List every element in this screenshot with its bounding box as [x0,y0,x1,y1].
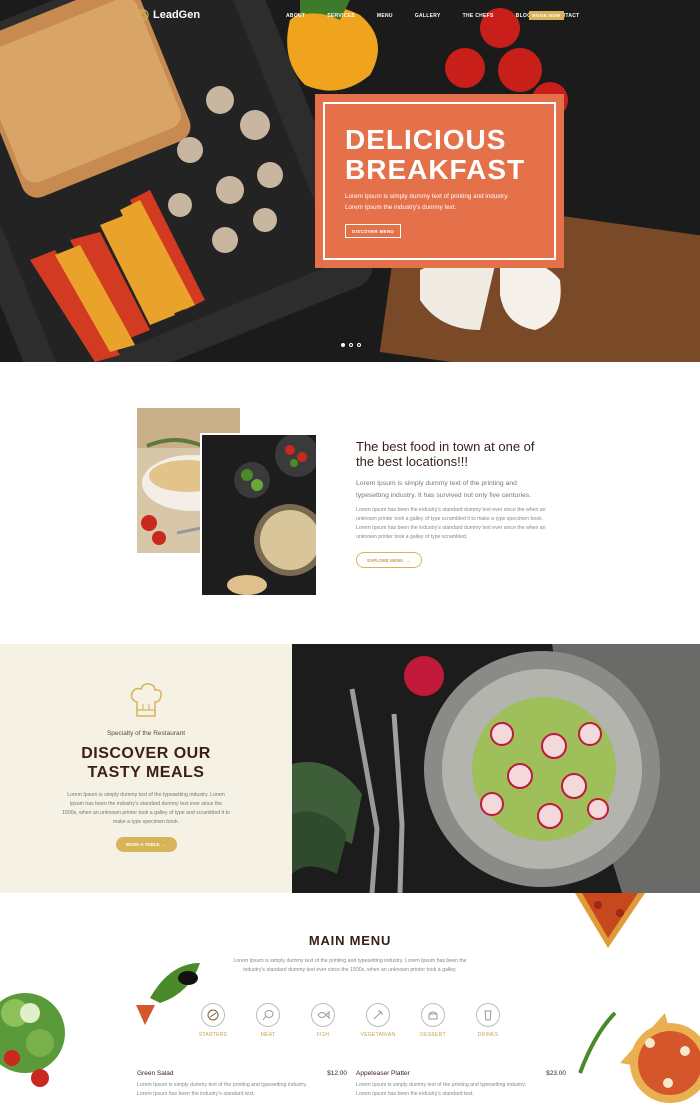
chef-hat-icon [130,683,162,717]
drinks-icon [476,1003,500,1027]
rice-dish-photo [200,433,318,597]
brand-logo[interactable]: LeadGen [137,9,200,21]
specialty-title: DISCOVER OUR TASTY MEALS [0,744,292,782]
about-title: The best food in town at one of the best… [356,439,535,469]
category-dessert[interactable]: DESSERT [416,1003,450,1038]
nav-item-menu[interactable]: MENU [377,13,393,19]
vegetarian-icon [366,1003,390,1027]
specialty-title-line1: DISCOVER OUR [81,745,211,762]
fish-icon [311,1003,335,1027]
slider-dot-1[interactable] [341,343,345,347]
salad-photo [292,644,700,893]
dessert-icon [421,1003,445,1027]
logo-icon [137,9,149,21]
menu-item-name: Appeteaser Platter [356,1070,410,1077]
nav-item-the-chefs[interactable]: THE CHEFS [463,13,494,19]
category-drinks[interactable]: DRINKS [471,1003,505,1038]
menu-item-green-salad: Green Salad $12.00 Lorem Ipsum is simply… [137,1070,347,1098]
menu-item-header: Appeteaser Platter $23.00 [356,1070,566,1077]
brand-name: LeadGen [153,9,201,21]
category-label: DESSERT [420,1032,446,1038]
top-navigation: LeadGen ABOUT SERVICES MENU GALLERY THE … [0,0,700,32]
about-body-text: Lorem Ipsum has been the industry's stan… [356,507,546,540]
slider-dot-3[interactable] [357,343,361,347]
book-a-table-button[interactable]: BOOK A TABLE → [116,837,177,852]
explore-menu-button[interactable]: EXPLORE MENU → [356,552,422,568]
arrow-right-icon: → [162,842,168,847]
explore-menu-label: EXPLORE MENU [367,557,404,563]
nav-item-gallery[interactable]: GALLERY [415,13,441,19]
nav-item-services[interactable]: SERVICES [327,13,355,19]
menu-item-name: Green Salad [137,1070,174,1077]
book-now-button[interactable]: BOOK NOW [529,11,564,20]
category-label: FISH [316,1032,330,1038]
hero-title-line2: BREAKFAST [345,154,526,185]
menu-item-price: $23.00 [546,1070,566,1077]
menu-item-description: Lorem Ipsum is simply dummy text of the … [137,1082,308,1097]
category-label: MEAT [260,1032,276,1038]
specialty-text: Lorem Ipsum is simply dummy text of the … [62,792,230,825]
main-menu-section: MAIN MENU Lorem Ipsum is simply dummy te… [0,893,700,1107]
hero-title: DELICIOUS BREAKFAST [345,125,525,185]
category-vegetarian[interactable]: VEGETARIAN [361,1003,395,1038]
hero-section: LeadGen ABOUT SERVICES MENU GALLERY THE … [0,0,700,362]
specialty-subtitle: Specialty of the Restaurant [106,730,186,737]
category-meat[interactable]: MEAT [251,1003,285,1038]
hero-text: Lorem Ipsum is simply dummy text of prin… [345,193,509,211]
specialty-title-line2: TASTY MEALS [87,764,205,781]
about-section: The best food in town at one of the best… [0,362,700,644]
menu-item-description: Lorem Ipsum is simply dummy text of the … [356,1082,527,1097]
discover-menu-button[interactable]: DISCOVER MENU [345,224,401,238]
about-lead-text: Lorem Ipsum is simply dummy text of the … [356,480,532,499]
hero-banner: DELICIOUS BREAKFAST Lorem Ipsum is simpl… [315,94,564,268]
menu-item-appeteaser-platter: Appeteaser Platter $23.00 Lorem Ipsum is… [356,1070,566,1098]
meat-icon [256,1003,280,1027]
main-menu-text: Lorem Ipsum is simply dummy text of the … [233,958,467,973]
main-menu-title: MAIN MENU [308,933,392,948]
menu-item-header: Green Salad $12.00 [137,1070,347,1077]
category-label: STARTERS [198,1032,228,1038]
menu-decorative-food [0,893,700,1103]
specialty-section: Specialty of the Restaurant DISCOVER OUR… [0,644,292,893]
nav-item-about[interactable]: ABOUT [286,13,305,19]
slider-dot-2[interactable] [349,343,353,347]
menu-item-price: $12.00 [327,1070,347,1077]
category-starters[interactable]: STARTERS [196,1003,230,1038]
category-label: DRINKS [477,1032,499,1038]
menu-categories: STARTERS MEAT FISH VEGETARIAN DESSERT DR… [196,1003,505,1038]
hero-title-line1: DELICIOUS [345,124,507,155]
starters-icon [201,1003,225,1027]
category-label: VEGETARIAN [360,1032,396,1038]
book-a-table-label: BOOK A TABLE [125,842,160,847]
category-fish[interactable]: FISH [306,1003,340,1038]
slider-dots [341,343,361,347]
arrow-right-icon: → [406,557,411,563]
